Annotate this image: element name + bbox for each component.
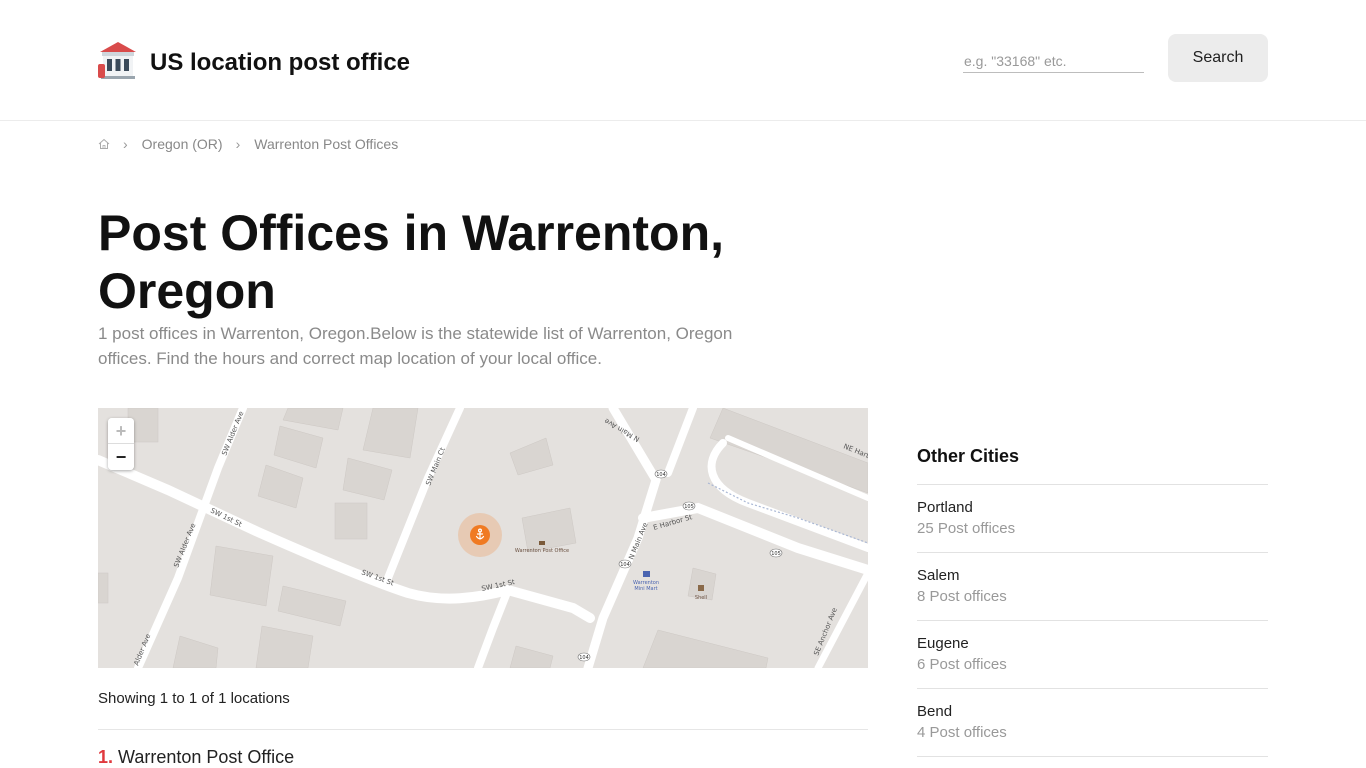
route-shield: 104: [654, 469, 668, 479]
result-name[interactable]: Warrenton Post Office: [118, 747, 294, 767]
page-title: Post Offices in Warrenton, Oregon: [98, 205, 725, 319]
home-icon[interactable]: [98, 138, 110, 150]
breadcrumb-current: Warrenton Post Offices: [254, 136, 399, 152]
city-item-eugene[interactable]: Eugene 6 Post offices: [917, 621, 1268, 689]
search-button[interactable]: Search: [1168, 34, 1268, 82]
chevron-right-icon: ›: [123, 136, 128, 152]
route-shield: 105: [769, 548, 783, 558]
zoom-out-button[interactable]: −: [108, 444, 134, 470]
city-count: 4 Post offices: [917, 724, 1007, 741]
search-input[interactable]: [963, 50, 1144, 73]
map[interactable]: SW Alder Ave SW Main Ct N Main Ave NE Ha…: [98, 408, 868, 668]
city-name[interactable]: Salem: [917, 567, 1268, 584]
breadcrumb-oregon[interactable]: Oregon (OR): [142, 136, 223, 152]
fuel-icon: [698, 585, 704, 591]
city-name[interactable]: Bend: [917, 703, 1268, 720]
route-shield: 104: [618, 559, 632, 569]
result-number: 1.: [98, 747, 114, 767]
divider: [98, 729, 868, 730]
route-shield-label: 104: [579, 655, 589, 661]
zoom-in-button[interactable]: +: [108, 418, 134, 444]
city-item-portland[interactable]: Portland 25 Post offices: [917, 485, 1268, 553]
city-count: 25 Post offices: [917, 520, 1016, 537]
results-count: Showing 1 to 1 of 1 locations: [98, 690, 290, 707]
site-header: US location post office Search: [0, 0, 1366, 121]
result-item[interactable]: 1. Warrenton Post Office: [98, 747, 294, 768]
city-count: 6 Post offices: [917, 656, 1007, 673]
location-marker[interactable]: [458, 513, 502, 557]
route-shield-label: 105: [684, 504, 694, 510]
other-cities-sidebar: Other Cities Portland 25 Post offices Sa…: [917, 446, 1268, 757]
city-item-bend[interactable]: Bend 4 Post offices: [917, 689, 1268, 757]
breadcrumb: › Oregon (OR) › Warrenton Post Offices: [98, 134, 398, 154]
chevron-right-icon: ›: [235, 136, 241, 152]
city-count: 8 Post offices: [917, 588, 1007, 605]
route-shield-label: 105: [771, 551, 781, 557]
map-canvas[interactable]: SW Alder Ave SW Main Ct N Main Ave NE Ha…: [98, 408, 868, 668]
city-name[interactable]: Portland: [917, 499, 1268, 516]
zoom-control: + −: [108, 418, 134, 470]
site-title[interactable]: US location post office: [150, 49, 410, 77]
city-item-salem[interactable]: Salem 8 Post offices: [917, 553, 1268, 621]
poi-post-office-label: Warrenton Post Office: [515, 548, 569, 554]
shop-icon: [643, 571, 650, 577]
page-intro: 1 post offices in Warrenton, Oregon.Belo…: [98, 324, 733, 368]
poi-mini-mart-label-2: Mini Mart: [634, 586, 657, 592]
poi-shell-label: Shell: [695, 595, 707, 601]
envelope-icon: [539, 541, 545, 545]
route-shield: 105: [682, 501, 696, 511]
route-shield-label: 104: [656, 472, 666, 478]
route-shield: 104: [577, 652, 591, 662]
city-name[interactable]: Eugene: [917, 635, 1268, 652]
sidebar-title: Other Cities: [917, 446, 1268, 485]
route-shield-label: 104: [620, 562, 630, 568]
post-office-logo-icon[interactable]: [98, 40, 138, 80]
